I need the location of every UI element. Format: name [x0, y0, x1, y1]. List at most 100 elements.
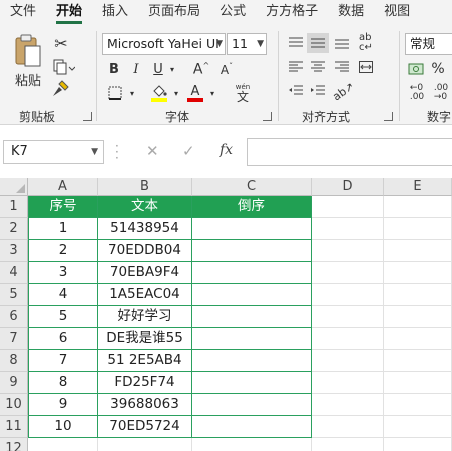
cell-c8[interactable]: [192, 350, 312, 372]
cell-c5[interactable]: [192, 284, 312, 306]
row-header-2[interactable]: 2: [0, 218, 28, 240]
insert-function-button[interactable]: fx: [220, 142, 233, 158]
cell-c10[interactable]: [192, 394, 312, 416]
row-header-1[interactable]: 1: [0, 196, 28, 218]
bold-button[interactable]: B: [104, 59, 124, 79]
select-all-button[interactable]: [0, 178, 28, 196]
cell-e2[interactable]: [384, 218, 452, 240]
cell-a1[interactable]: 序号: [28, 196, 98, 218]
increase-indent-button[interactable]: [307, 81, 329, 101]
tab-home[interactable]: 开始: [46, 0, 92, 25]
cell-d5[interactable]: [312, 284, 384, 306]
border-button[interactable]: [104, 83, 126, 103]
cell-e10[interactable]: [384, 394, 452, 416]
row-header-4[interactable]: 4: [0, 262, 28, 284]
vertical-dots-icon[interactable]: · · ·: [115, 140, 119, 164]
clipboard-launcher-icon[interactable]: [83, 112, 92, 121]
cell-a11[interactable]: 10: [28, 416, 98, 438]
cell-b3[interactable]: 70EDDB04: [98, 240, 192, 262]
cell-a3[interactable]: 2: [28, 240, 98, 262]
cell-d9[interactable]: [312, 372, 384, 394]
align-middle-button[interactable]: [307, 33, 329, 53]
shrink-font-button[interactable]: Aˇ: [216, 59, 238, 79]
fill-color-dropdown[interactable]: ▾: [171, 83, 181, 103]
cell-d6[interactable]: [312, 306, 384, 328]
cell-a5[interactable]: 4: [28, 284, 98, 306]
align-top-button[interactable]: [285, 33, 307, 53]
align-right-button[interactable]: [331, 57, 353, 77]
name-box[interactable]: K7 ▼: [3, 140, 104, 164]
cell-d8[interactable]: [312, 350, 384, 372]
tab-formulas[interactable]: 公式: [210, 0, 256, 25]
cell-a6[interactable]: 5: [28, 306, 98, 328]
column-header-d[interactable]: D: [312, 178, 384, 196]
cell-d3[interactable]: [312, 240, 384, 262]
format-painter-button[interactable]: [50, 79, 72, 99]
border-dropdown[interactable]: ▾: [127, 83, 137, 103]
align-bottom-button[interactable]: [331, 33, 353, 53]
tab-data[interactable]: 数据: [328, 0, 374, 25]
cell-c4[interactable]: [192, 262, 312, 284]
cancel-icon[interactable]: ✕: [146, 142, 159, 160]
cell-b7[interactable]: DE我是谁55: [98, 328, 192, 350]
formula-input[interactable]: [247, 138, 452, 166]
tab-view[interactable]: 视图: [374, 0, 420, 25]
row-header-12[interactable]: 12: [0, 438, 28, 451]
cell-a8[interactable]: 7: [28, 350, 98, 372]
cell-e4[interactable]: [384, 262, 452, 284]
cell-b12[interactable]: [98, 438, 192, 451]
cell-e12[interactable]: [384, 438, 452, 451]
enter-icon[interactable]: ✓: [182, 142, 195, 160]
cell-e3[interactable]: [384, 240, 452, 262]
cell-d7[interactable]: [312, 328, 384, 350]
decrease-decimal-button[interactable]: .00 →0: [430, 83, 452, 103]
cell-b6[interactable]: 好好学习: [98, 306, 192, 328]
paste-button[interactable]: 粘贴: [8, 31, 48, 91]
column-header-c[interactable]: C: [192, 178, 312, 196]
cell-d10[interactable]: [312, 394, 384, 416]
column-header-b[interactable]: B: [98, 178, 192, 196]
underline-button[interactable]: U: [148, 59, 168, 79]
cell-d2[interactable]: [312, 218, 384, 240]
cell-b1[interactable]: 文本: [98, 196, 192, 218]
tab-ffcell[interactable]: 方方格子: [256, 0, 328, 25]
column-header-e[interactable]: E: [384, 178, 452, 196]
cell-c9[interactable]: [192, 372, 312, 394]
cell-a4[interactable]: 3: [28, 262, 98, 284]
cell-d4[interactable]: [312, 262, 384, 284]
row-header-8[interactable]: 8: [0, 350, 28, 372]
cell-b9[interactable]: FD25F74: [98, 372, 192, 394]
row-header-6[interactable]: 6: [0, 306, 28, 328]
grow-font-button[interactable]: A^: [190, 59, 212, 79]
cell-c12[interactable]: [192, 438, 312, 451]
cell-c2[interactable]: [192, 218, 312, 240]
cell-c7[interactable]: [192, 328, 312, 350]
cell-c3[interactable]: [192, 240, 312, 262]
column-header-a[interactable]: A: [28, 178, 98, 196]
cell-b5[interactable]: 1A5EAC04: [98, 284, 192, 306]
cell-e1[interactable]: [384, 196, 452, 218]
accounting-format-button[interactable]: [406, 59, 426, 79]
cell-c11[interactable]: [192, 416, 312, 438]
cell-b10[interactable]: 39688063: [98, 394, 192, 416]
cell-a10[interactable]: 9: [28, 394, 98, 416]
cell-e9[interactable]: [384, 372, 452, 394]
alignment-launcher-icon[interactable]: [384, 112, 393, 121]
merge-center-button[interactable]: [355, 57, 377, 77]
number-format-combo[interactable]: 常规: [405, 33, 452, 55]
cell-a12[interactable]: [28, 438, 98, 451]
tab-file[interactable]: 文件: [0, 0, 46, 25]
font-color-dropdown[interactable]: ▾: [207, 83, 217, 103]
cell-e7[interactable]: [384, 328, 452, 350]
row-header-10[interactable]: 10: [0, 394, 28, 416]
row-header-5[interactable]: 5: [0, 284, 28, 306]
wrap-text-button[interactable]: ab c↵: [355, 33, 377, 53]
cell-b2[interactable]: 51438954: [98, 218, 192, 240]
tab-page-layout[interactable]: 页面布局: [138, 0, 210, 25]
row-header-7[interactable]: 7: [0, 328, 28, 350]
cell-e8[interactable]: [384, 350, 452, 372]
cell-b8[interactable]: 51 2E5AB4: [98, 350, 192, 372]
font-color-button[interactable]: A: [184, 83, 206, 103]
cell-b4[interactable]: 70EBA9F4: [98, 262, 192, 284]
cell-b11[interactable]: 70ED5724: [98, 416, 192, 438]
